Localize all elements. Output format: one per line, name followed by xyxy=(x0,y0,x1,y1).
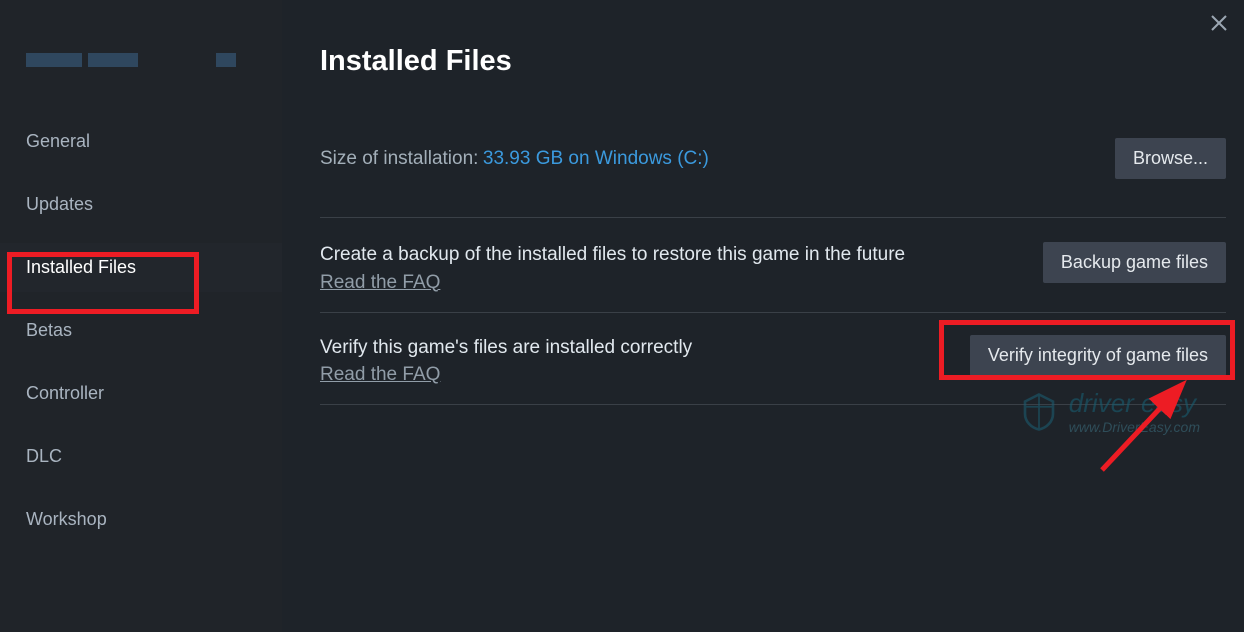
sidebar-item-installed-files[interactable]: Installed Files xyxy=(0,243,282,292)
sidebar-item-dlc[interactable]: DLC xyxy=(0,432,282,481)
main-content: Installed Files Size of installation: 33… xyxy=(282,0,1244,632)
sidebar-item-workshop[interactable]: Workshop xyxy=(0,495,282,544)
placeholder-bar xyxy=(26,53,82,67)
watermark-url: www.DriverEasy.com xyxy=(1069,419,1200,435)
placeholder-bar xyxy=(88,53,138,67)
sidebar-item-updates[interactable]: Updates xyxy=(0,180,282,229)
close-icon xyxy=(1211,15,1227,31)
backup-description: Create a backup of the installed files t… xyxy=(320,242,905,268)
browse-button[interactable]: Browse... xyxy=(1115,138,1226,179)
placeholder-bar xyxy=(216,53,236,67)
backup-faq-link[interactable]: Read the FAQ xyxy=(320,272,440,294)
verify-description: Verify this game's files are installed c… xyxy=(320,335,692,361)
verify-faq-link[interactable]: Read the FAQ xyxy=(320,364,440,386)
verify-button[interactable]: Verify integrity of game files xyxy=(970,335,1226,376)
page-title: Installed Files xyxy=(320,45,1226,78)
verify-section: Verify this game's files are installed c… xyxy=(320,335,1226,406)
installation-size-label: Size of installation: xyxy=(320,148,478,169)
installation-size-row: Size of installation: 33.93 GB on Window… xyxy=(320,138,1226,218)
backup-section: Create a backup of the installed files t… xyxy=(320,242,1226,313)
sidebar: General Updates Installed Files Betas Co… xyxy=(0,0,282,632)
sidebar-item-controller[interactable]: Controller xyxy=(0,369,282,418)
sidebar-header xyxy=(0,20,282,117)
sidebar-item-betas[interactable]: Betas xyxy=(0,306,282,355)
backup-button[interactable]: Backup game files xyxy=(1043,242,1226,283)
close-button[interactable] xyxy=(1208,12,1230,34)
installation-size-value: 33.93 GB on Windows (C:) xyxy=(483,148,709,169)
sidebar-item-general[interactable]: General xyxy=(0,117,282,166)
